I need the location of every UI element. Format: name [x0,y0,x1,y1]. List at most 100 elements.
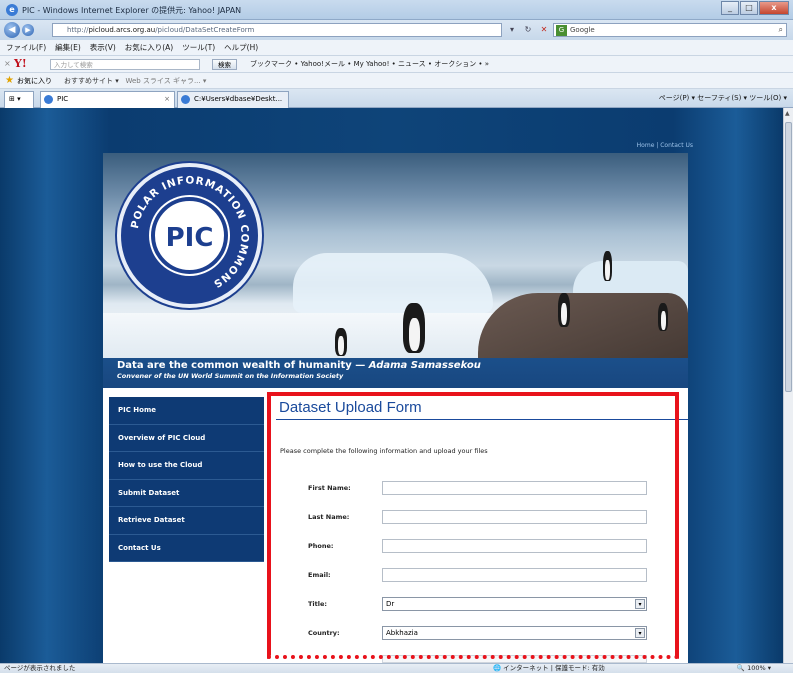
zoom-level[interactable]: 🔍 100% ▾ [737,664,771,673]
title-select-value: Dr [386,600,395,608]
scrollbar-thumb[interactable] [785,122,792,392]
nav-item-how-to-use[interactable]: How to use the Cloud [109,452,264,480]
penguin-icon [403,303,425,353]
nav-item-overview[interactable]: Overview of PIC Cloud [109,425,264,452]
penguin-icon [603,251,612,281]
tab-local-file[interactable]: C:¥Users¥dbase¥Deskt... [177,91,289,108]
penguin-icon [558,293,570,327]
first-name-field[interactable] [382,481,647,495]
title-row: Title: Dr ▾ [276,597,688,613]
title-select[interactable]: Dr ▾ [382,597,647,611]
maximize-button[interactable]: □ [740,1,758,15]
url-path: /picloud/DataSetCreateForm [155,26,255,34]
zone-indicator[interactable]: 🌐 インターネット | 保護モード: 有効 [493,664,605,673]
yahoo-toolbar: × Y! 入力して検索 検索 ブックマーク • Yahoo!メール • My Y… [0,56,793,73]
favorites-label[interactable]: お気に入り [17,73,52,89]
menu-tools[interactable]: ツール(T) [182,40,215,55]
next-field-row [276,643,688,663]
menu-view[interactable]: 表示(V) [90,40,116,55]
nav-item-submit-dataset[interactable]: Submit Dataset [109,480,264,507]
ie-page-icon [44,95,53,104]
menu-edit[interactable]: 編集(E) [55,40,81,55]
banner-quote: Data are the common wealth of humanity —… [103,358,688,388]
penguin-icon [658,303,668,331]
country-label: Country: [308,629,340,637]
nav-item-pic-home[interactable]: PIC Home [109,397,264,425]
page-container: POLAR INFORMATION COMMONS PIC Data are t… [103,153,688,663]
address-row: ◀ ▶ http://picloud.arcs.org.au/picloud/D… [0,20,793,40]
tab-row: ⊞ ▾ PIC × C:¥Users¥dbase¥Deskt... ページ(P)… [0,89,793,108]
first-name-label: First Name: [308,484,351,492]
dropdown-arrow-icon[interactable]: ▾ [505,23,519,37]
tab-label: C:¥Users¥dbase¥Deskt... [194,95,283,103]
window-title: PIC - Windows Internet Explorer の提供元: Ya… [22,6,242,15]
sidebar-nav: PIC Home Overview of PIC Cloud How to us… [109,397,264,562]
url-domain: picloud.arcs.org.au [88,26,156,34]
command-bar[interactable]: ページ(P) ▾ セーフティ(S) ▾ ツール(O) ▾ [659,89,787,108]
upload-form: Dataset Upload Form Please complete the … [276,397,688,663]
chevron-down-icon[interactable]: ▾ [635,628,645,638]
chevron-down-icon[interactable]: ▾ [635,599,645,609]
pic-logo: POLAR INFORMATION COMMONS PIC [117,163,262,308]
nav-item-contact-us[interactable]: Contact Us [109,535,264,562]
iceberg-shape [293,253,493,313]
top-links[interactable]: Home | Contact Us [637,142,693,149]
country-select[interactable]: Abkhazia ▾ [382,626,647,640]
first-name-row: First Name: [276,481,688,497]
email-row: Email: [276,568,688,584]
penguin-icon [335,328,347,356]
quote-main: Data are the common wealth of humanity —… [117,360,481,371]
country-row: Country: Abkhazia ▾ [276,626,688,642]
tab-pic[interactable]: PIC × [40,91,175,108]
country-select-value: Abkhazia [386,629,418,637]
form-title: Dataset Upload Form [279,399,422,416]
yahoo-logo-icon[interactable]: Y! [14,57,27,70]
web-page: Home | Contact Us POLAR INFORMATION COMM… [0,108,783,663]
quick-tabs-button[interactable]: ⊞ ▾ [4,91,34,108]
header-banner: POLAR INFORMATION COMMONS PIC Data are t… [103,153,688,388]
menu-file[interactable]: ファイル(F) [6,40,46,55]
vertical-scrollbar[interactable]: ▲ [783,108,793,663]
nav-item-retrieve-dataset[interactable]: Retrieve Dataset [109,507,264,535]
phone-label: Phone: [308,542,334,550]
address-input[interactable]: http://picloud.arcs.org.au/picloud/DataS… [52,23,502,37]
phone-row: Phone: [276,539,688,555]
tab-close-icon[interactable]: × [164,92,170,107]
favorites-items[interactable]: おすすめサイト ▾ Web スライス ギャラ... ▾ [64,73,206,89]
suggested-sites-link[interactable]: おすすめサイト ▾ [64,77,119,85]
quote-subtitle: Convener of the UN World Summit on the I… [117,372,344,380]
yahoo-toolbar-items[interactable]: ブックマーク • Yahoo!メール • My Yahoo! • ニュース • … [250,56,489,73]
email-field[interactable] [382,568,647,582]
google-icon: G [556,25,567,36]
back-icon[interactable]: ◀ [4,22,20,38]
phone-field[interactable] [382,539,647,553]
title-label: Title: [308,600,328,608]
next-field-partial[interactable] [382,655,647,663]
status-bar: ページが表示されました 🌐 インターネット | 保護モード: 有効 🔍 100%… [0,663,793,673]
yahoo-search-button[interactable]: 検索 [212,59,237,70]
tab-label: PIC [57,95,69,103]
search-icon[interactable]: ⌕ [779,24,783,36]
title-divider [276,419,688,420]
menu-help[interactable]: ヘルプ(H) [224,40,258,55]
url-prefix: http:// [67,26,89,34]
form-intro: Please complete the following informatio… [280,447,488,455]
email-label: Email: [308,571,331,579]
refresh-icon[interactable]: ↻ [521,23,535,37]
yahoo-search-input[interactable]: 入力して検索 [50,59,200,70]
favorites-bar: ★ お気に入り おすすめサイト ▾ Web スライス ギャラ... ▾ [0,73,793,89]
scroll-up-icon[interactable]: ▲ [785,110,790,117]
stop-icon[interactable]: ✕ [537,23,551,37]
menu-favorites[interactable]: お気に入り(A) [125,40,173,55]
last-name-field[interactable] [382,510,647,524]
favorites-star-icon[interactable]: ★ [5,75,14,86]
seal-inner: PIC [151,197,228,274]
web-slice-link[interactable]: Web スライス ギャラ... ▾ [125,77,206,85]
forward-icon[interactable]: ▶ [22,24,34,36]
toolbar-close-icon[interactable]: × [4,59,11,68]
minimize-button[interactable]: _ [721,1,739,15]
close-button[interactable]: x [759,1,789,15]
search-placeholder: Google [570,26,595,34]
search-input[interactable]: G Google ⌕ [553,23,787,37]
ie-logo-icon: e [6,4,18,16]
